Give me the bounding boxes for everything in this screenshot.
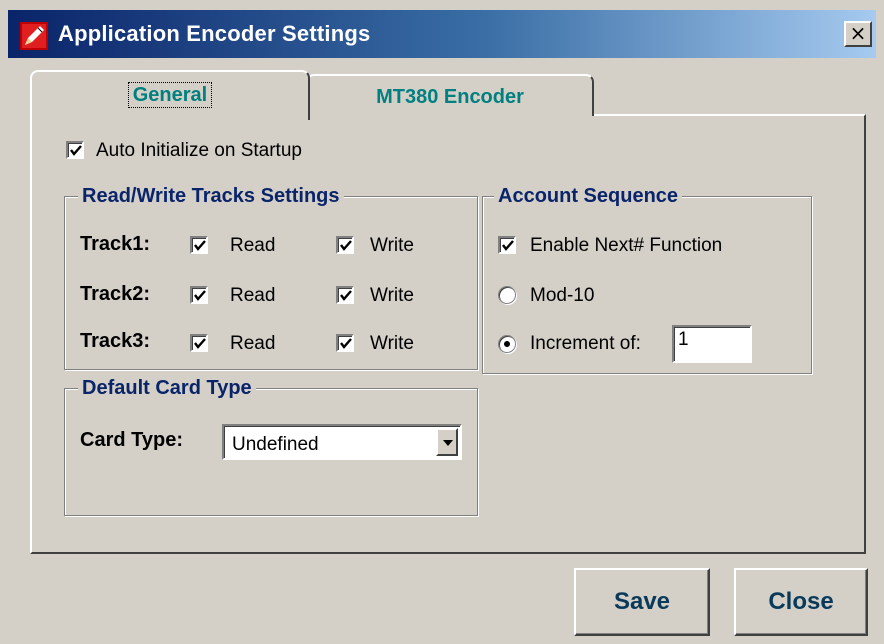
general-tab-panel <box>30 114 866 554</box>
tab-label: MT380 Encoder <box>376 86 524 108</box>
save-button[interactable]: Save <box>574 568 710 636</box>
close-window-button[interactable]: × <box>844 21 872 47</box>
window-title: Application Encoder Settings <box>58 21 371 46</box>
encoder-settings-dialog: Application Encoder Settings × MT380 Enc… <box>0 0 884 644</box>
close-button[interactable]: Close <box>734 568 868 636</box>
title-bar[interactable]: Application Encoder Settings × <box>8 10 876 58</box>
tab-label: General <box>127 82 213 108</box>
save-button-label: Save <box>613 588 671 615</box>
close-icon: × <box>849 21 867 45</box>
close-button-label: Close <box>768 588 834 615</box>
tab-general[interactable]: General <box>30 70 310 120</box>
pencil-app-icon <box>20 22 48 50</box>
tab-mt380-encoder[interactable]: MT380 Encoder <box>306 74 594 116</box>
